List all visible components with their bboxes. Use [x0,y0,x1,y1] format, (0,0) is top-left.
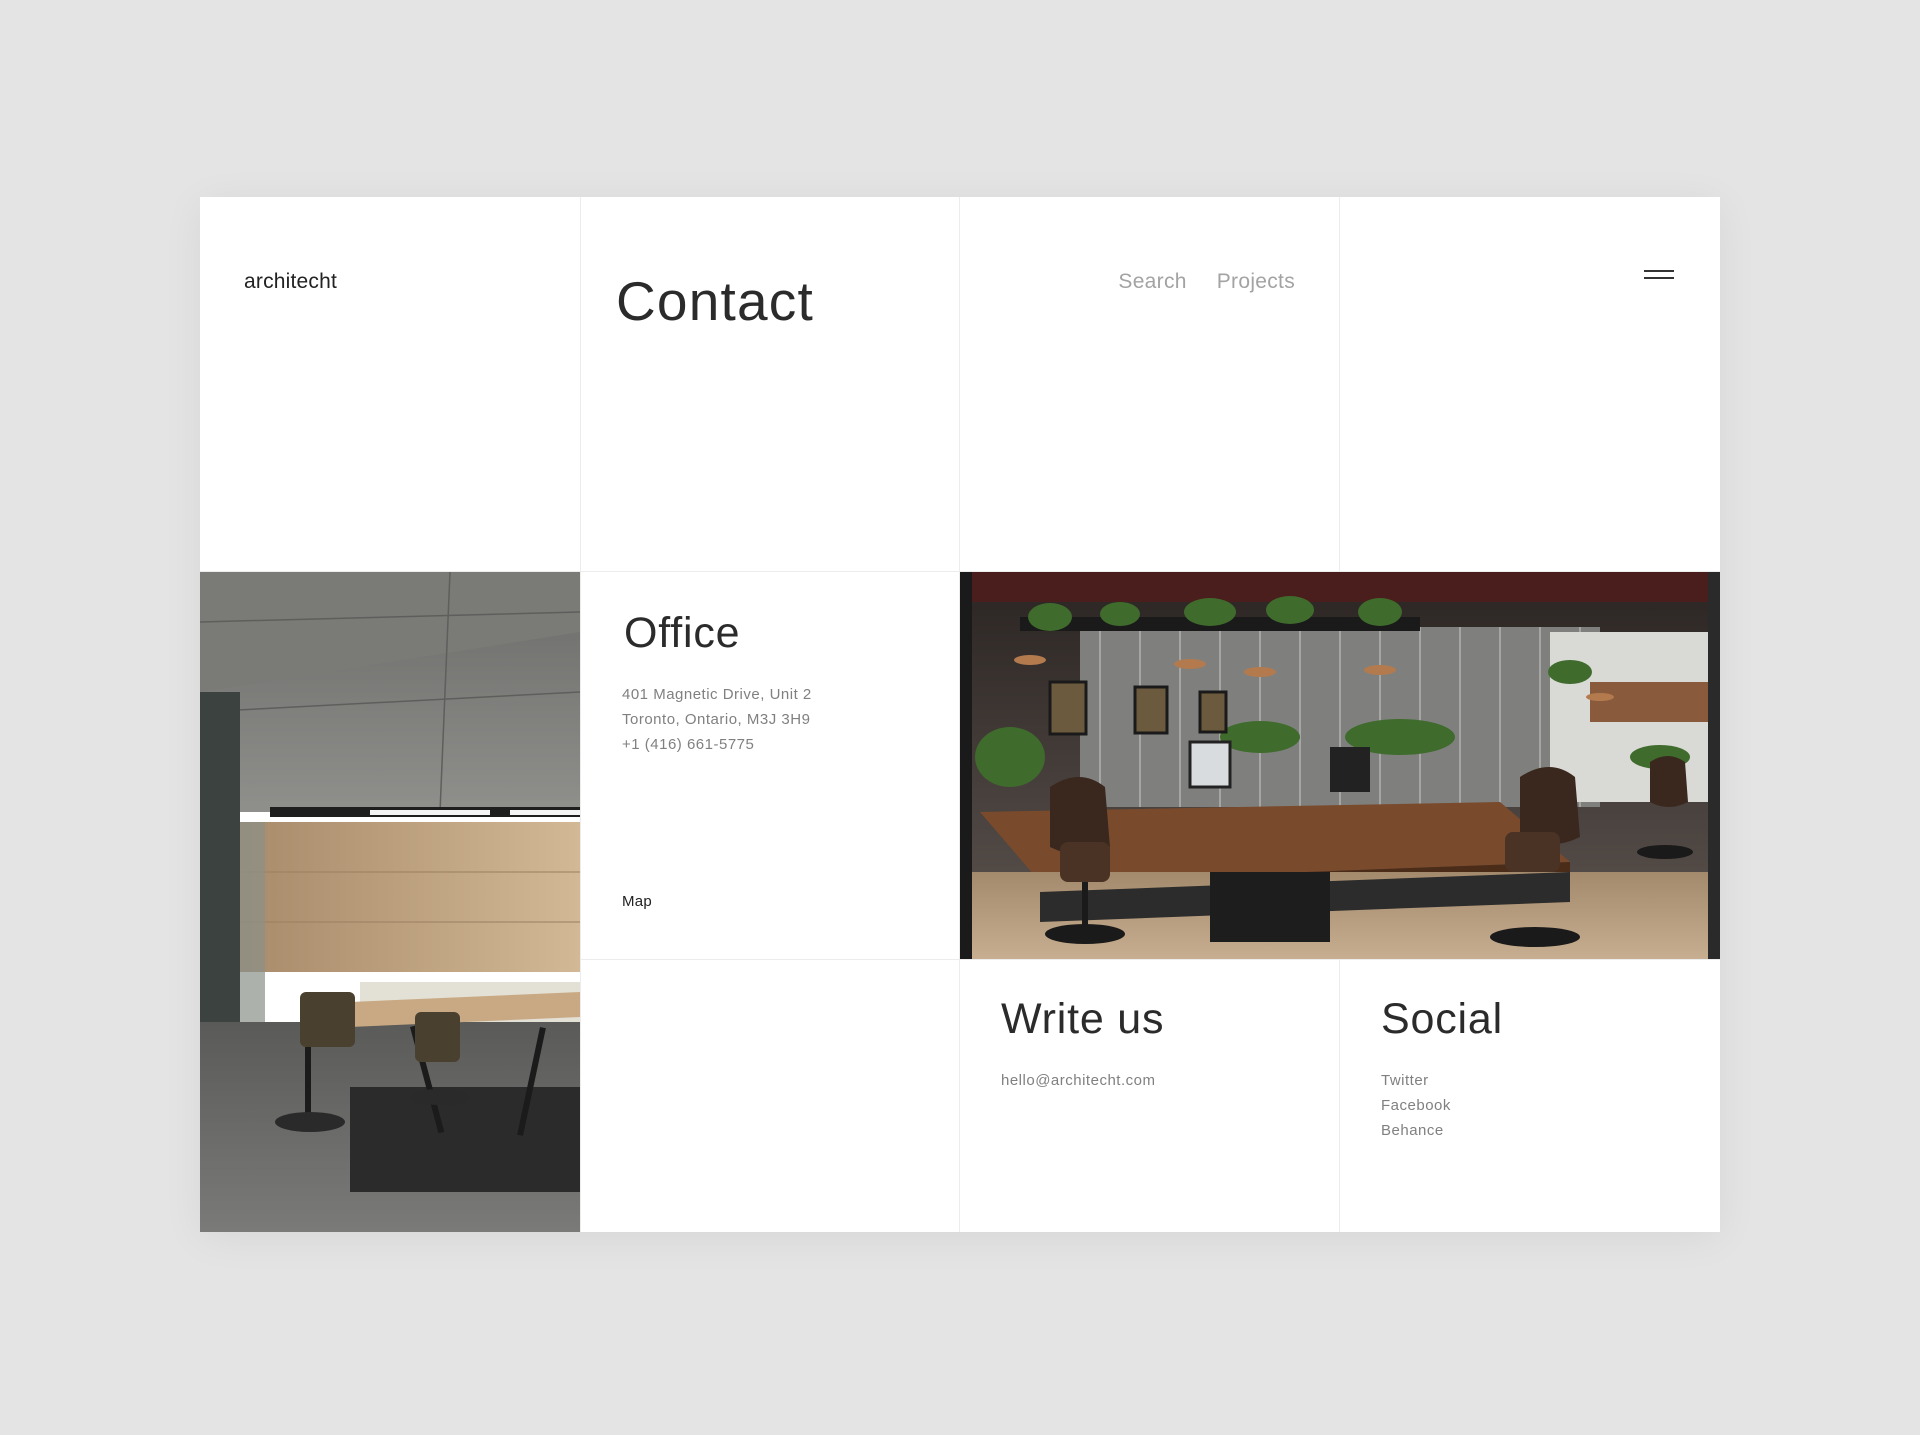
nav-link-search[interactable]: Search [1118,270,1186,294]
contact-page-card: architecht Contact Search Projects Offic… [200,197,1720,1232]
nav-link-projects[interactable]: Projects [1217,270,1295,294]
social-title: Social [1381,995,1503,1043]
open-office-photo [960,572,1720,959]
map-link[interactable]: Map [622,893,652,910]
write-us-title: Write us [1001,995,1165,1043]
grid-divider [580,197,581,1232]
office-phone[interactable]: +1 (416) 661-5775 [622,736,754,753]
social-link-facebook[interactable]: Facebook [1381,1097,1451,1114]
site-logo[interactable]: architecht [244,270,337,294]
office-address-line1: 401 Magnetic Drive, Unit 2 [622,686,812,703]
office-title: Office [624,609,741,657]
email-link[interactable]: hello@architecht.com [1001,1072,1155,1089]
top-nav: Search Projects [1118,270,1295,294]
grid-divider [580,959,1720,960]
hamburger-menu-icon[interactable] [1644,265,1676,289]
page-title: Contact [616,270,814,332]
social-link-behance[interactable]: Behance [1381,1122,1444,1139]
social-link-twitter[interactable]: Twitter [1381,1072,1429,1089]
meeting-room-photo [200,572,580,1232]
office-address-line2: Toronto, Ontario, M3J 3H9 [622,711,811,728]
